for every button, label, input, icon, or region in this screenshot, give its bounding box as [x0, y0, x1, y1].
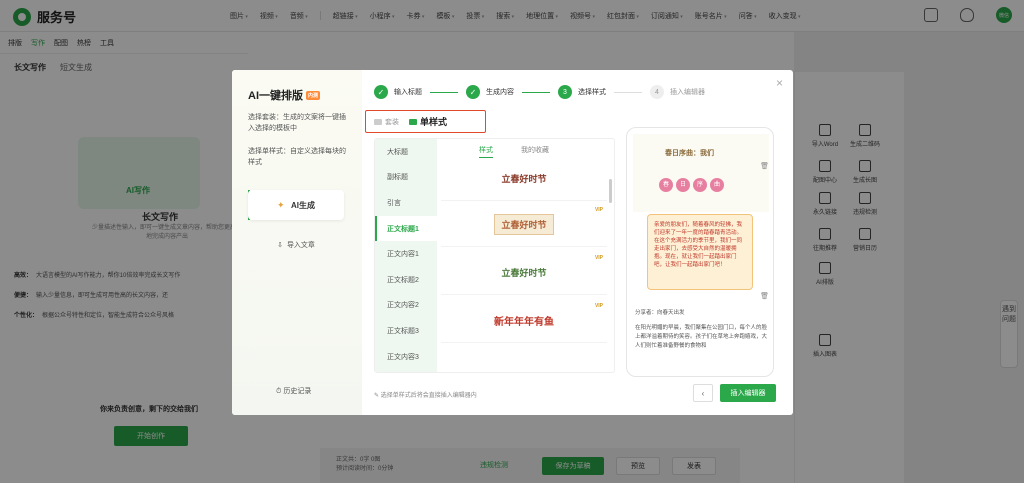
- template-item[interactable]: 立春好时节 VIP: [441, 251, 607, 295]
- ai-generate-button[interactable]: ✦ AI生成: [248, 190, 344, 220]
- vip-badge: VIP: [594, 255, 603, 261]
- preview-flowers: 春 日 序 曲: [659, 178, 724, 192]
- trash-icon[interactable]: 🗑: [760, 292, 769, 300]
- step-line: [430, 91, 458, 93]
- flower-icon: 日: [676, 178, 690, 192]
- tab-single[interactable]: 单样式: [409, 115, 447, 128]
- check-icon: ✓: [374, 85, 388, 99]
- history-link[interactable]: ⏱ 历史记录: [276, 386, 311, 396]
- category-item[interactable]: 引言: [375, 190, 437, 216]
- category-item[interactable]: 副标题: [375, 165, 437, 191]
- flower-icon: 春: [659, 178, 673, 192]
- preview-author: 分享者：向春天出发: [635, 310, 685, 316]
- preview-note: 亲爱的朋友们，随着春风的轻拂，我们迎来了一年一度的踏春踏青活动。在这个充满活力的…: [647, 214, 753, 290]
- category-item[interactable]: 正文内容1: [375, 241, 437, 267]
- tab-set[interactable]: 套装: [374, 117, 399, 127]
- check-icon: ✓: [466, 85, 480, 99]
- magic-wand-icon: ✦: [277, 200, 285, 210]
- category-item[interactable]: 正文标题2: [375, 267, 437, 293]
- app-root: 服务号 图片 视频 音频 超链接 小程序 卡券 模板 投票 搜索 地理位置 视频…: [0, 0, 1024, 483]
- import-icon: ⇩: [277, 242, 283, 249]
- preview-title: 春日序曲：我们: [665, 150, 714, 157]
- flower-icon: 曲: [710, 178, 724, 192]
- folder-icon: [409, 118, 417, 125]
- template-item[interactable]: 新年年年有鱼 VIP: [441, 299, 607, 343]
- vip-badge: VIP: [594, 207, 603, 213]
- trash-icon[interactable]: 🗑: [760, 162, 769, 170]
- category-item[interactable]: 正文标题1: [375, 215, 437, 242]
- flower-icon: 序: [693, 178, 707, 192]
- step-3: 3 选择样式: [558, 85, 606, 99]
- template-item[interactable]: 立春好时节 VIP: [441, 203, 607, 247]
- info-icon: ✎: [374, 393, 381, 399]
- category-item[interactable]: 大标题: [375, 139, 437, 165]
- modal-title: AI一键排版 内测: [248, 90, 321, 102]
- category-item[interactable]: 正文标题3: [375, 318, 437, 344]
- folder-icon: [374, 118, 382, 125]
- beta-badge: 内测: [306, 90, 321, 100]
- phone-preview: 春日序曲：我们 春 日 序 曲 🗑 亲爱的朋友们，随着春风的轻拂，我们迎来了一年…: [626, 127, 774, 377]
- step-line: [522, 91, 550, 93]
- step-1: ✓ 输入标题: [374, 85, 422, 99]
- template-item[interactable]: 立春好时节: [441, 157, 607, 201]
- step-4: 4 插入编辑器: [650, 85, 705, 99]
- import-article-button[interactable]: ⇩ 导入文章: [248, 230, 344, 260]
- close-icon[interactable]: ×: [776, 76, 783, 90]
- scrollbar[interactable]: [609, 179, 612, 203]
- set-description: 选择套装：生成的文案将一键插入选择的模板中: [248, 114, 346, 132]
- insert-editor-button[interactable]: 插入编辑器: [720, 384, 776, 402]
- category-item[interactable]: 正文内容2: [375, 293, 437, 319]
- step-2: ✓ 生成内容: [466, 85, 514, 99]
- prev-button[interactable]: ‹: [693, 384, 713, 402]
- style-list-panel: 大标题 副标题 引言 正文标题1 正文内容1 正文标题2 正文内容2 正文标题3…: [374, 138, 615, 373]
- step-line: [614, 91, 642, 93]
- category-item[interactable]: 正文内容3: [375, 344, 437, 370]
- single-description: 选择单样式：自定义选择每块的样式: [248, 148, 346, 166]
- vip-badge: VIP: [594, 303, 603, 309]
- steps: ✓ 输入标题 ✓ 生成内容 3 选择样式 4 插入编辑器: [374, 85, 705, 99]
- modal-left-panel: AI一键排版 内测 选择套装：生成的文案将一键插入选择的模板中 选择单样式：自定义…: [232, 70, 362, 415]
- ai-layout-modal: AI一键排版 内测 选择套装：生成的文案将一键插入选择的模板中 选择单样式：自定义…: [232, 70, 793, 415]
- style-mode-tabs: 套装 单样式: [365, 110, 486, 133]
- preview-header: 春日序曲：我们 春 日 序 曲: [633, 134, 769, 212]
- step-number: 3: [558, 85, 572, 99]
- preview-body: 在阳光明媚的早晨，我们聚集在公园门口，每个人的脸上都洋溢着期待的笑容。孩子们在草…: [635, 325, 768, 349]
- category-list: 大标题 副标题 引言 正文标题1 正文内容1 正文标题2 正文内容2 正文标题3…: [375, 139, 437, 372]
- step-number: 4: [650, 85, 664, 99]
- insert-tip: ✎ 选择单样式后将会直接插入编辑器内: [374, 393, 477, 399]
